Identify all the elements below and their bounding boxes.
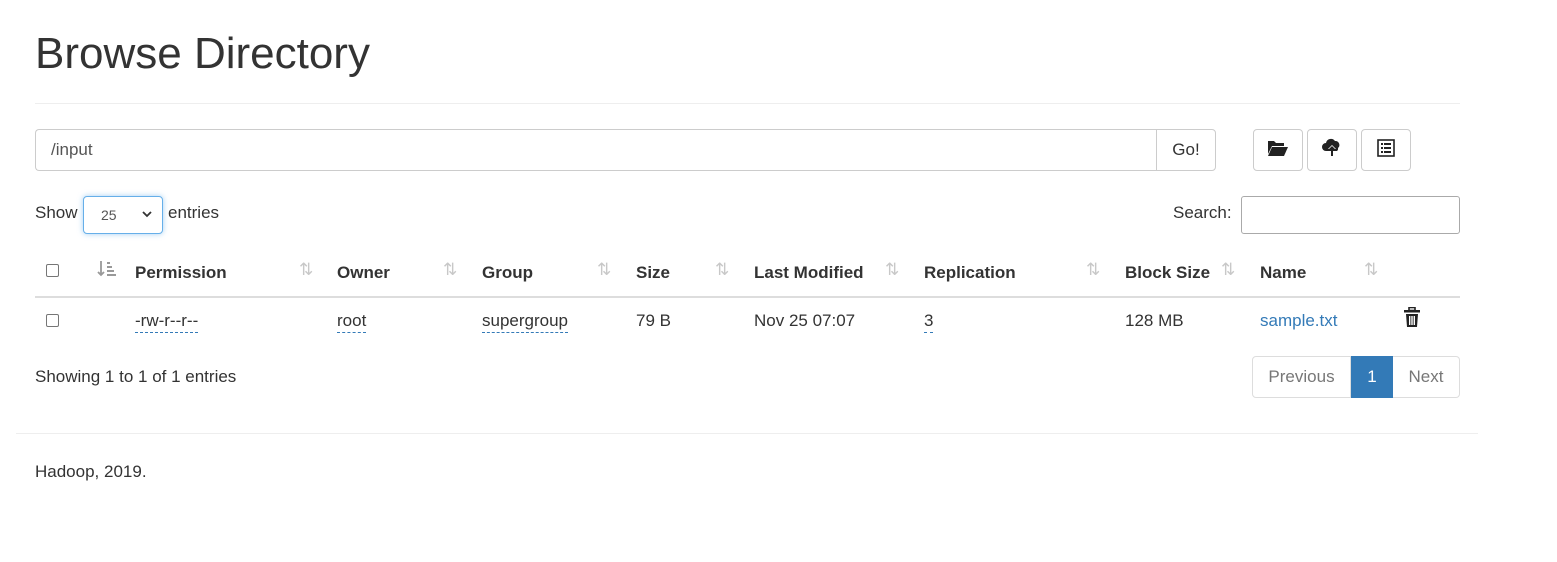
sort-icon[interactable]: ⇅ <box>443 260 457 280</box>
column-header-permission[interactable]: Permission <box>135 263 227 283</box>
select-all-checkbox[interactable] <box>46 264 59 277</box>
sort-icon[interactable]: ⇅ <box>1364 260 1378 280</box>
show-label: Show <box>35 203 78 222</box>
cell-group[interactable]: supergroup <box>482 311 569 333</box>
search-label: Search: <box>1173 203 1232 222</box>
column-header-group[interactable]: Group <box>482 263 533 283</box>
next-page-button[interactable]: Next <box>1393 356 1460 398</box>
cell-permission[interactable]: -rw-r--r-- <box>135 311 199 333</box>
table-info: Showing 1 to 1 of 1 entries <box>35 367 237 386</box>
cloud-upload-icon <box>1321 138 1343 163</box>
trash-icon[interactable] <box>1403 306 1421 333</box>
column-header-size[interactable]: Size <box>636 263 670 283</box>
sort-ascending-icon[interactable] <box>97 259 117 284</box>
cell-last-modified: Nov 25 07:07 <box>754 311 856 330</box>
directory-path-input[interactable]: /input <box>35 129 1157 171</box>
entries-select-value: 25 <box>101 207 117 223</box>
entries-label: entries <box>168 203 220 222</box>
footer-divider <box>16 433 1478 434</box>
sort-icon[interactable]: ⇅ <box>1086 260 1100 280</box>
table-header-divider <box>35 296 1460 298</box>
search-input[interactable] <box>1241 196 1460 234</box>
sort-icon[interactable]: ⇅ <box>597 260 611 280</box>
title-divider <box>35 103 1460 104</box>
column-header-replication[interactable]: Replication <box>924 263 1016 283</box>
folder-open-icon <box>1267 139 1289 162</box>
entries-per-page-select[interactable]: 25 <box>83 196 163 234</box>
column-header-owner[interactable]: Owner <box>337 263 390 283</box>
sort-icon[interactable]: ⇅ <box>715 260 729 280</box>
cell-block-size: 128 MB <box>1125 311 1184 330</box>
column-header-block-size[interactable]: Block Size <box>1125 263 1210 283</box>
page-title: Browse Directory <box>35 29 370 78</box>
cell-replication[interactable]: 3 <box>924 311 934 333</box>
file-name-link[interactable]: sample.txt <box>1260 311 1337 331</box>
sort-icon[interactable]: ⇅ <box>885 260 899 280</box>
previous-page-button[interactable]: Previous <box>1252 356 1351 398</box>
chevron-down-icon <box>141 197 153 246</box>
page-1-button[interactable]: 1 <box>1351 356 1393 398</box>
sort-icon[interactable]: ⇅ <box>299 260 313 280</box>
column-header-last-modified[interactable]: Last Modified <box>754 263 864 283</box>
list-icon <box>1377 138 1395 162</box>
go-button[interactable]: Go! <box>1156 129 1216 171</box>
create-directory-button[interactable] <box>1253 129 1303 171</box>
sort-icon[interactable]: ⇅ <box>1221 260 1235 280</box>
footer-text: Hadoop, 2019. <box>35 462 147 481</box>
upload-button[interactable] <box>1307 129 1357 171</box>
cut-paste-button[interactable] <box>1361 129 1411 171</box>
browse-directory-page: Browse Directory /input Go! Show 25 entr… <box>0 0 1557 562</box>
cell-size: 79 B <box>636 311 671 330</box>
pagination: Previous 1 Next <box>1252 356 1460 398</box>
row-select-checkbox[interactable] <box>46 314 59 327</box>
cell-owner[interactable]: root <box>337 311 367 333</box>
column-header-name[interactable]: Name <box>1260 263 1306 283</box>
